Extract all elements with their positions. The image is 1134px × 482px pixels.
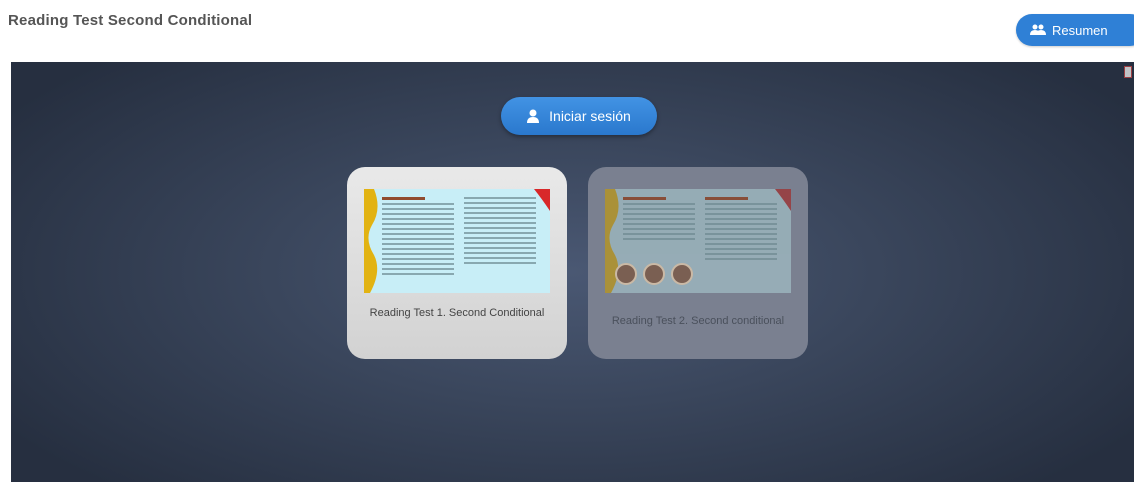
top-bar: Reading Test Second Conditional Resumen bbox=[0, 0, 1134, 58]
summary-button-label: Resumen bbox=[1052, 22, 1108, 38]
activity-stage: Iniciar sesión Reading Test 1. Second Co… bbox=[11, 62, 1134, 482]
user-icon bbox=[527, 109, 540, 123]
portrait-image bbox=[671, 263, 693, 285]
activity-thumbnail bbox=[364, 189, 550, 293]
page-title: Reading Test Second Conditional bbox=[8, 12, 253, 29]
portrait-thumbnails bbox=[615, 263, 693, 285]
users-icon bbox=[1030, 24, 1046, 36]
login-button-label: Iniciar sesión bbox=[549, 108, 631, 124]
portrait-image bbox=[643, 263, 665, 285]
activity-card-2[interactable]: Reading Test 2. Second conditional bbox=[588, 167, 808, 359]
activity-card-label: Reading Test 2. Second conditional bbox=[611, 315, 785, 327]
summary-button[interactable]: Resumen bbox=[1016, 14, 1134, 46]
activity-card-label: Reading Test 1. Second Conditional bbox=[369, 307, 545, 319]
fullscreen-icon[interactable] bbox=[1124, 66, 1132, 78]
login-button[interactable]: Iniciar sesión bbox=[501, 97, 657, 135]
activity-thumbnail bbox=[605, 189, 791, 293]
activity-card-1[interactable]: Reading Test 1. Second Conditional bbox=[347, 167, 567, 359]
portrait-image bbox=[615, 263, 637, 285]
